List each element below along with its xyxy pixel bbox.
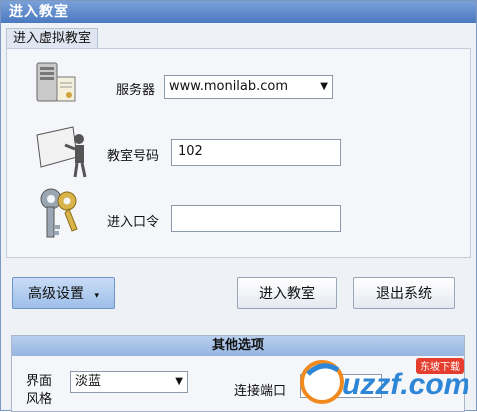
server-label: 服务器 bbox=[116, 83, 156, 98]
password-label: 进入口令 bbox=[107, 215, 160, 230]
svg-text:东坡下载: 东坡下载 bbox=[420, 360, 460, 373]
server-select[interactable]: www.monilab.com ▼ bbox=[164, 75, 333, 99]
enter-classroom-window: 进入教室 进入虚拟教室 服务器 www.monilab.com ▼ 教室号码 1… bbox=[0, 0, 477, 412]
classroom-label: 教室号码 bbox=[107, 149, 160, 164]
style-value: 淡蓝 bbox=[75, 374, 102, 389]
style-select[interactable]: 淡蓝 ▼ bbox=[70, 371, 188, 393]
classroom-number-field[interactable]: 102 bbox=[171, 139, 341, 166]
login-panel: 服务器 www.monilab.com ▼ 教室号码 102 进入口令 bbox=[6, 48, 471, 258]
password-field[interactable] bbox=[171, 205, 341, 232]
other-options-title: 其他选项 bbox=[12, 336, 464, 356]
enter-classroom-button[interactable]: 进入教室 bbox=[237, 277, 337, 309]
style-label-line2: 风格 bbox=[26, 392, 53, 407]
port-label: 连接端口 bbox=[234, 384, 287, 399]
group-tab: 进入虚拟教室 bbox=[6, 28, 99, 49]
watermark-logo: uzzf.com 东坡下载 bbox=[298, 354, 470, 406]
exit-system-button[interactable]: 退出系统 bbox=[353, 277, 455, 309]
chevron-down-icon[interactable]: ▼ bbox=[175, 372, 183, 392]
chevron-down-icon: ▾ bbox=[94, 291, 99, 301]
window-title: 进入教室 bbox=[1, 1, 476, 23]
server-value: www.monilab.com bbox=[169, 79, 289, 94]
advanced-settings-button[interactable]: 高级设置 ▾ bbox=[12, 277, 115, 309]
chevron-down-icon[interactable]: ▼ bbox=[320, 76, 328, 98]
style-label-line1: 界面 bbox=[26, 374, 53, 389]
advanced-settings-label: 高级设置 bbox=[28, 286, 84, 302]
keys-icon bbox=[35, 185, 89, 247]
server-icon bbox=[33, 59, 79, 109]
teacher-board-icon bbox=[31, 123, 95, 183]
